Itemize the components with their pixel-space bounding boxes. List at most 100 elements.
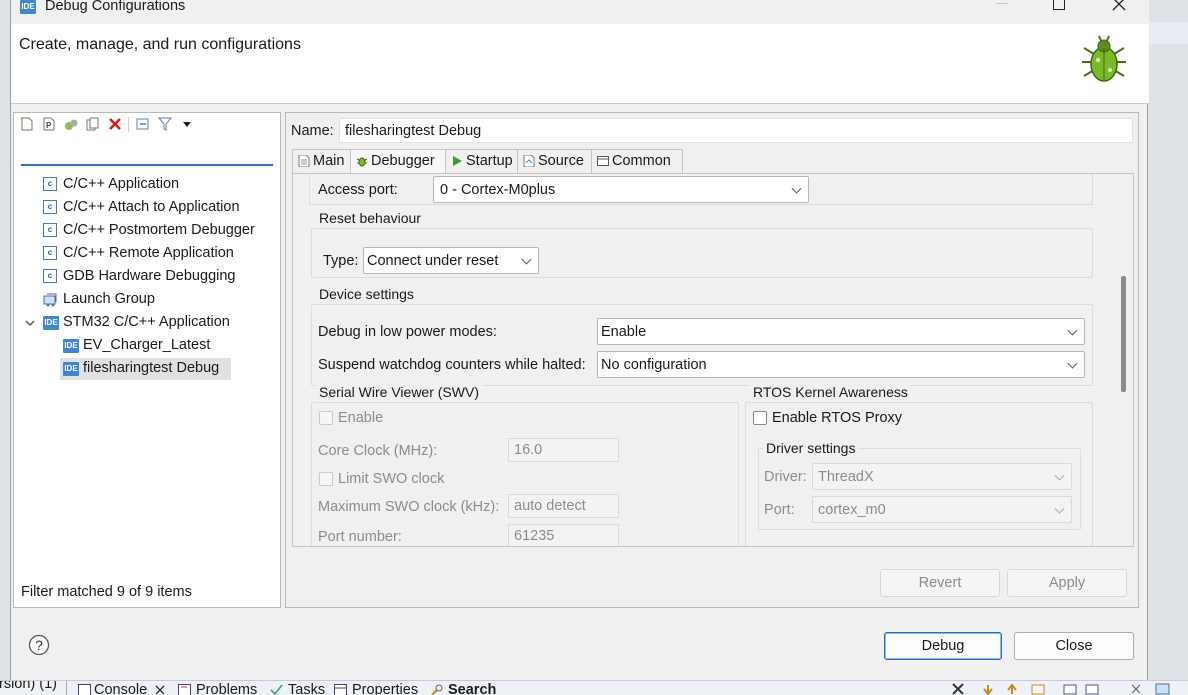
tree-item-label: filesharingtest Debug [83, 360, 220, 376]
tab-problems[interactable]: Problems [196, 682, 257, 695]
tab-source[interactable]: Source [517, 149, 592, 173]
rtos-proxy-label: Enable RTOS Proxy [772, 410, 903, 426]
svg-text:?: ? [35, 637, 43, 653]
scrollbar-thumb[interactable] [1121, 276, 1126, 392]
tab-console[interactable]: Console [94, 682, 147, 695]
common-tab-icon [597, 156, 609, 166]
swv-enable-label: Enable [338, 410, 384, 426]
chevron-down-icon [1067, 358, 1078, 369]
tab-label: Main [313, 153, 345, 169]
debug-bug-icon [1082, 35, 1126, 82]
rtos-port-label: Port: [764, 502, 795, 518]
vertical-scrollbar[interactable] [1119, 174, 1133, 546]
tab-tasks[interactable]: Tasks [288, 682, 325, 695]
close-icon[interactable] [155, 685, 165, 695]
ide-app-icon: IDE [20, 0, 36, 14]
view-menu-chevron-down-icon[interactable] [180, 117, 194, 131]
low-power-select[interactable]: Enable [597, 318, 1085, 345]
watchdog-label: Suspend watchdog counters while halted: [318, 357, 586, 373]
toolbar-separator [128, 117, 129, 132]
c-launch-icon: c [43, 177, 57, 191]
panel-toolbar-icons[interactable] [952, 683, 1182, 695]
tree-item-label: EV_Charger_Latest [83, 337, 211, 353]
rtos-port-value: cortex_m0 [818, 502, 886, 518]
c-launch-icon: c [43, 200, 57, 214]
filter-status: Filter matched 9 of 9 items [21, 584, 192, 600]
max-swo-input[interactable]: auto detect [508, 494, 619, 518]
problems-icon [178, 684, 191, 695]
reset-behaviour-title: Reset behaviour [316, 210, 424, 226]
port-number-value: 61235 [514, 528, 555, 544]
limit-swo-label: Limit SWO clock [338, 471, 445, 487]
port-number-input[interactable]: 61235 [508, 524, 619, 546]
help-icon[interactable]: ? [28, 634, 50, 656]
name-input[interactable]: filesharingtest Debug [339, 118, 1133, 143]
filter-input[interactable] [21, 141, 273, 166]
device-settings-title: Device settings [316, 286, 417, 302]
chevron-down-icon[interactable] [25, 318, 35, 328]
tab-debugger[interactable]: Debugger [350, 149, 446, 174]
port-number-label: Port number: [318, 529, 402, 545]
maximize-icon[interactable] [1053, 0, 1065, 10]
driver-select[interactable]: ThreadX [812, 463, 1072, 490]
new-prototype-icon[interactable]: P [42, 117, 56, 131]
rtos-port-select[interactable]: cortex_m0 [812, 496, 1072, 523]
properties-icon [334, 684, 347, 695]
tree-item-label: C/C++ Attach to Application [63, 199, 240, 215]
close-window-icon[interactable] [1112, 0, 1126, 11]
header-text: Create, manage, and run configurations [19, 36, 301, 53]
ide-icon: IDE [43, 316, 59, 330]
svg-text:P: P [46, 121, 52, 130]
debug-button[interactable]: Debug [884, 632, 1002, 660]
tree-item-label: GDB Hardware Debugging [63, 268, 236, 284]
configuration-editor-pane: Name: filesharingtest Debug Main Debugge… [285, 112, 1139, 608]
access-port-select[interactable]: 0 - Cortex-M0plus [433, 176, 809, 203]
tab-label: Common [612, 153, 671, 169]
reset-type-value: Connect under reset [367, 253, 499, 269]
filter-icon[interactable] [158, 117, 172, 131]
rtos-proxy-checkbox[interactable] [753, 411, 767, 425]
tree-item-label: C/C++ Application [63, 176, 180, 192]
tab-search[interactable]: Search [448, 682, 496, 695]
debug-configurations-dialog: IDE Debug Configurations Create, manage,… [10, 0, 1149, 680]
export-configuration-icon[interactable] [64, 117, 78, 131]
driver-label: Driver: [764, 469, 807, 485]
core-clock-input[interactable]: 16.0 [508, 438, 619, 462]
chevron-down-icon [791, 183, 802, 194]
name-value: filesharingtest Debug [345, 123, 482, 139]
tab-properties[interactable]: Properties [352, 682, 418, 695]
max-swo-value: auto detect [514, 498, 586, 514]
editor-background [1149, 22, 1188, 44]
core-clock-value: 16.0 [514, 442, 543, 458]
access-port-label: Access port: [318, 182, 398, 198]
chevron-down-icon [521, 254, 532, 265]
new-configuration-icon[interactable] [20, 117, 34, 131]
tab-startup[interactable]: Startup [445, 149, 518, 173]
tab-label: Debugger [371, 153, 435, 169]
source-tab-icon [523, 155, 535, 167]
core-clock-label: Core Clock (MHz): [318, 443, 438, 459]
c-launch-icon: c [43, 223, 57, 237]
limit-swo-checkbox[interactable] [319, 472, 333, 486]
watchdog-select[interactable]: No configuration [597, 351, 1085, 378]
watchdog-value: No configuration [601, 357, 707, 373]
duplicate-configuration-icon[interactable] [86, 117, 100, 131]
chevron-down-icon [1067, 325, 1078, 336]
reset-type-select[interactable]: Connect under reset [363, 247, 539, 274]
apply-button[interactable]: Apply [1007, 569, 1127, 597]
tab-label: Source [538, 153, 584, 169]
minimize-icon[interactable] [996, 3, 1008, 4]
reset-type-label: Type: [323, 253, 359, 269]
ide-icon: IDE [63, 339, 79, 353]
tree-item-label: STM32 C/C++ Application [63, 314, 230, 330]
tab-common[interactable]: Common [591, 149, 683, 173]
tab-main[interactable]: Main [292, 149, 351, 173]
swv-enable-checkbox[interactable] [319, 411, 333, 425]
low-power-label: Debug in low power modes: [318, 324, 497, 340]
delete-configuration-icon[interactable] [108, 117, 122, 131]
collapse-all-icon[interactable] [136, 117, 150, 131]
swv-title: Serial Wire Viewer (SWV) [316, 384, 482, 400]
configuration-list-pane: P Filter matched 9 of 9 items c C/C++ App… [13, 112, 281, 608]
revert-button[interactable]: Revert [880, 569, 1000, 597]
close-button[interactable]: Close [1014, 632, 1134, 660]
